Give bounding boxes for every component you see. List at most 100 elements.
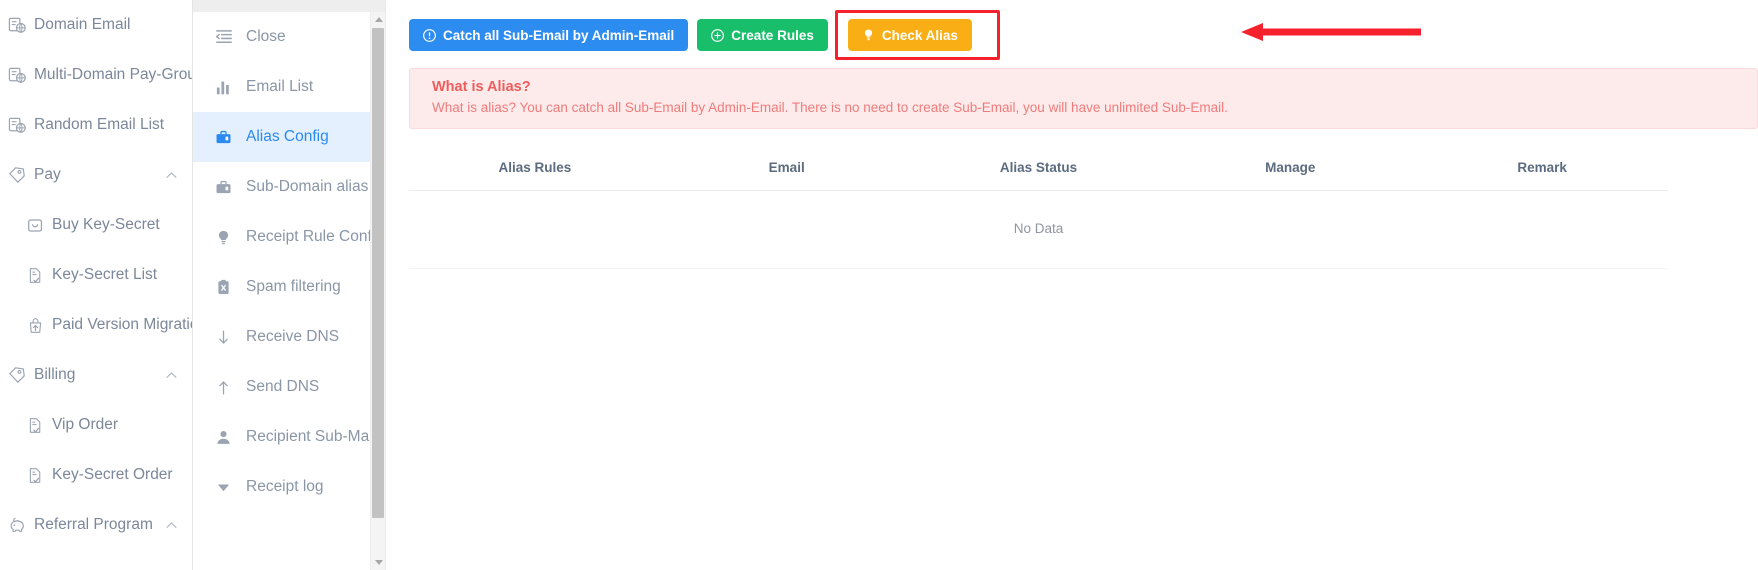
wallet-icon xyxy=(22,217,48,234)
primary-sidebar: Domain Email Multi-Domain Pay-Group Random… xyxy=(0,0,193,570)
pay-tag-icon xyxy=(4,166,30,184)
sidebar-item-label: Pay xyxy=(34,166,61,183)
sidebar-item-label: Paid Version Migration xyxy=(52,316,193,333)
sidebar-item-domain-email[interactable]: Domain Email xyxy=(0,0,192,50)
check-alias-label: Check Alias xyxy=(881,27,958,43)
upload-bag-icon xyxy=(22,317,48,334)
subnav-item-label: Alias Config xyxy=(246,128,329,145)
sidebar-item-vip-order[interactable]: Vip Order xyxy=(0,400,192,450)
sidebar-item-label: Key-Secret Order xyxy=(52,466,173,483)
alias-table-wrapper: Alias Rules Email Alias Status Manage Remark… xyxy=(409,146,1668,270)
domain-email-icon xyxy=(4,16,30,35)
subnav-item-label: Receive DNS xyxy=(246,328,340,345)
annotation-highlight-box: Check Alias xyxy=(834,10,1000,60)
table-empty-text: No Data xyxy=(409,190,1668,270)
table-column-header: Remark xyxy=(1416,146,1668,192)
sidebar-item-label: Billing xyxy=(34,366,76,383)
chevron-up-icon[interactable] xyxy=(165,169,178,182)
chevron-up-icon[interactable] xyxy=(165,369,178,382)
main-content: Catch all Sub-Email by Admin-Email Creat… xyxy=(386,0,1758,570)
catch-all-sub-email-button[interactable]: Catch all Sub-Email by Admin-Email xyxy=(409,19,689,51)
domain-group-icon xyxy=(4,66,30,85)
subnav-item-label: Sub-Domain alias xyxy=(246,178,369,195)
table-column-header: Alias Status xyxy=(912,146,1165,192)
subnav-item-receive-dns[interactable]: Receive DNS xyxy=(193,312,385,362)
sidebar-item-key-secret-list[interactable]: Key-Secret List xyxy=(0,250,192,300)
scroll-up-arrow-icon[interactable] xyxy=(371,12,385,27)
table-column-header: Email xyxy=(660,146,913,192)
clipboard-x-icon xyxy=(215,279,239,296)
sidebar-item-random-email-list[interactable]: Random Email List xyxy=(0,100,192,150)
document-check-icon xyxy=(22,467,48,484)
piggy-bank-icon xyxy=(4,516,30,534)
sidebar-item-label: Random Email List xyxy=(34,116,165,133)
info-circle-icon xyxy=(423,28,436,42)
subnav-item-label: Receipt log xyxy=(246,478,324,495)
subnav-item-sub-domain-alias[interactable]: Sub-Domain alias xyxy=(193,162,385,212)
sidebar-item-referral-program[interactable]: Referral Program xyxy=(0,500,192,550)
collapse-menu-icon xyxy=(215,28,239,46)
catch-all-sub-email-label: Catch all Sub-Email by Admin-Email xyxy=(443,27,675,43)
sidebar-item-paid-version-migration[interactable]: Paid Version Migration xyxy=(0,300,192,350)
document-check-icon xyxy=(22,417,48,434)
subnav-item-send-dns[interactable]: Send DNS xyxy=(193,362,385,412)
table-column-header: Alias Rules xyxy=(409,146,661,192)
table-header-row: Alias Rules Email Alias Status Manage Remark xyxy=(409,146,1668,192)
subnav-item-alias-config[interactable]: Alias Config xyxy=(193,112,385,162)
table-body: No Data xyxy=(409,190,1668,270)
create-rules-label: Create Rules xyxy=(731,27,814,43)
secondary-sidebar-header xyxy=(193,0,385,12)
lightbulb-icon xyxy=(215,229,239,246)
sidebar-item-key-secret-order[interactable]: Key-Secret Order xyxy=(0,450,192,500)
arrow-down-icon xyxy=(215,329,239,346)
pay-tag-icon xyxy=(4,366,30,384)
create-rules-button[interactable]: Create Rules xyxy=(697,19,828,51)
sidebar-item-pay[interactable]: Pay xyxy=(0,150,192,200)
lightbulb-icon xyxy=(862,28,875,42)
sidebar-item-label: Key-Secret List xyxy=(52,266,158,283)
sidebar-item-label: Domain Email xyxy=(34,16,131,33)
alias-table: Alias Rules Email Alias Status Manage Remark… xyxy=(409,146,1668,270)
briefcase-icon xyxy=(215,129,239,146)
subnav-item-label: Spam filtering xyxy=(246,278,341,295)
subnav-item-email-list[interactable]: Email List xyxy=(193,62,385,112)
alert-title: What is Alias? xyxy=(432,79,531,95)
subnav-item-label: Close xyxy=(246,28,286,45)
chevron-up-icon[interactable] xyxy=(165,519,178,532)
subnav-item-receipt-rule-config[interactable]: Receipt Rule Config xyxy=(193,212,385,262)
sidebar-item-label: Buy Key-Secret xyxy=(52,216,160,233)
check-alias-button[interactable]: Check Alias xyxy=(847,19,972,51)
sidebar-item-label: Multi-Domain Pay-Group xyxy=(34,66,193,83)
arrow-up-icon xyxy=(215,379,239,396)
subnav-item-label: Receipt Rule Config xyxy=(246,228,384,245)
plus-circle-icon xyxy=(711,28,725,42)
random-email-icon xyxy=(4,116,30,135)
triangle-down-icon xyxy=(215,479,239,496)
briefcase-icon xyxy=(215,179,239,196)
secondary-sidebar-list: Close Email List Alias Config Sub-Domain al… xyxy=(193,12,385,570)
subnav-item-close[interactable]: Close xyxy=(193,12,385,62)
subnav-item-spam-filtering[interactable]: Spam filtering xyxy=(193,262,385,312)
scroll-down-arrow-icon[interactable] xyxy=(371,555,385,570)
alias-info-alert: What is Alias? What is alias? You can ca… xyxy=(409,68,1758,130)
action-toolbar: Catch all Sub-Email by Admin-Email Creat… xyxy=(386,10,1758,60)
bar-chart-icon xyxy=(215,79,239,96)
person-icon xyxy=(215,429,239,446)
sidebar-item-buy-key-secret[interactable]: Buy Key-Secret xyxy=(0,200,192,250)
table-column-header: Manage xyxy=(1164,146,1417,192)
table-empty-row: No Data xyxy=(409,190,1668,270)
sidebar-item-billing[interactable]: Billing xyxy=(0,350,192,400)
subnav-item-receipt-log[interactable]: Receipt log xyxy=(193,462,385,512)
subnav-item-label: Email List xyxy=(246,78,314,95)
sidebar-item-multi-domain-pay-group[interactable]: Multi-Domain Pay-Group xyxy=(0,50,192,100)
subnav-item-recipient-sub-mail[interactable]: Recipient Sub-Mail xyxy=(193,412,385,462)
subnav-item-label: Send DNS xyxy=(246,378,320,395)
secondary-sidebar-scrollbar[interactable] xyxy=(370,12,385,570)
secondary-sidebar: Close Email List Alias Config Sub-Domain al… xyxy=(193,0,386,570)
sidebar-item-label: Referral Program xyxy=(34,516,153,533)
sidebar-item-label: Vip Order xyxy=(52,416,119,433)
document-check-icon xyxy=(22,267,48,284)
app-window: Domain Email Multi-Domain Pay-Group Random… xyxy=(0,0,1758,570)
subnav-item-label: Recipient Sub-Mail xyxy=(246,428,377,445)
scrollbar-thumb[interactable] xyxy=(372,28,384,518)
